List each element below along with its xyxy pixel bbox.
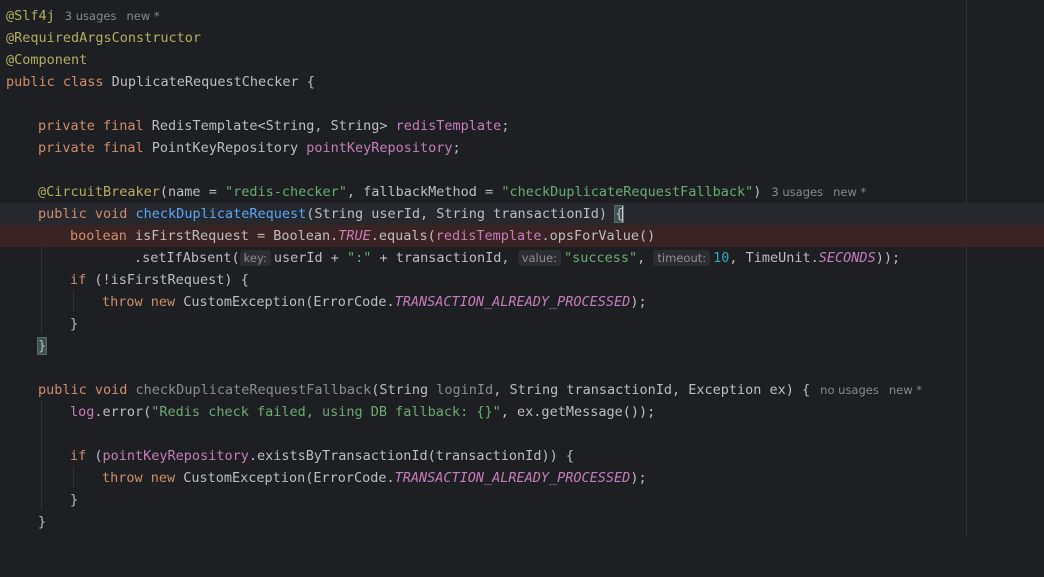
code-line[interactable]: log.error("Redis check failed, using DB … <box>0 401 1044 423</box>
code-line[interactable]: } <box>0 335 1044 357</box>
matched-brace: } <box>36 337 48 355</box>
vcs-status-hint: new * <box>126 9 160 23</box>
code-line[interactable]: } <box>0 489 1044 511</box>
vcs-status-hint: new * <box>833 185 867 199</box>
vcs-status-hint: new * <box>888 383 923 397</box>
code-line[interactable]: private final RedisTemplate<String, Stri… <box>0 115 1044 137</box>
code-line-current[interactable]: public void checkDuplicateRequest(String… <box>0 203 1044 225</box>
param-hint-key: key: <box>239 250 271 266</box>
code-line[interactable]: .setIfAbsent(key: userId + ":" + transact… <box>0 247 1044 269</box>
code-editor[interactable]: @Slf4j 3 usages new * @RequiredArgsConstru… <box>0 0 1044 535</box>
code-line[interactable]: @RequiredArgsConstructor <box>0 27 1044 49</box>
code-line[interactable]: if (pointKeyRepository.existsByTransacti… <box>0 445 1044 467</box>
param-hint-timeout: timeout: <box>653 250 711 266</box>
code-line[interactable]: public class DuplicateRequestChecker { <box>0 71 1044 93</box>
param-hint-value: value: <box>517 250 561 266</box>
usages-hint[interactable]: no usages <box>820 383 879 397</box>
usages-hint[interactable]: 3 usages <box>771 185 823 199</box>
code-line[interactable]: @Slf4j 3 usages new * <box>0 5 1044 27</box>
code-line[interactable]: throw new CustomException(ErrorCode.TRAN… <box>0 467 1044 489</box>
code-line[interactable]: } <box>0 313 1044 335</box>
code-line[interactable]: private final PointKeyRepository pointKe… <box>0 137 1044 159</box>
code-line[interactable]: public void checkDuplicateRequestFallbac… <box>0 379 1044 401</box>
usages-hint[interactable]: 3 usages <box>65 9 117 23</box>
code-line[interactable]: @CircuitBreaker(name = "redis-checker", … <box>0 181 1044 203</box>
code-line[interactable]: @Component <box>0 49 1044 71</box>
code-line[interactable]: if (!isFirstRequest) { <box>0 269 1044 291</box>
text-caret <box>622 206 624 222</box>
code-line[interactable]: throw new CustomException(ErrorCode.TRAN… <box>0 291 1044 313</box>
code-line-breakpoint[interactable]: boolean isFirstRequest = Boolean.TRUE.eq… <box>0 225 1044 247</box>
code-line[interactable]: } <box>0 511 1044 533</box>
